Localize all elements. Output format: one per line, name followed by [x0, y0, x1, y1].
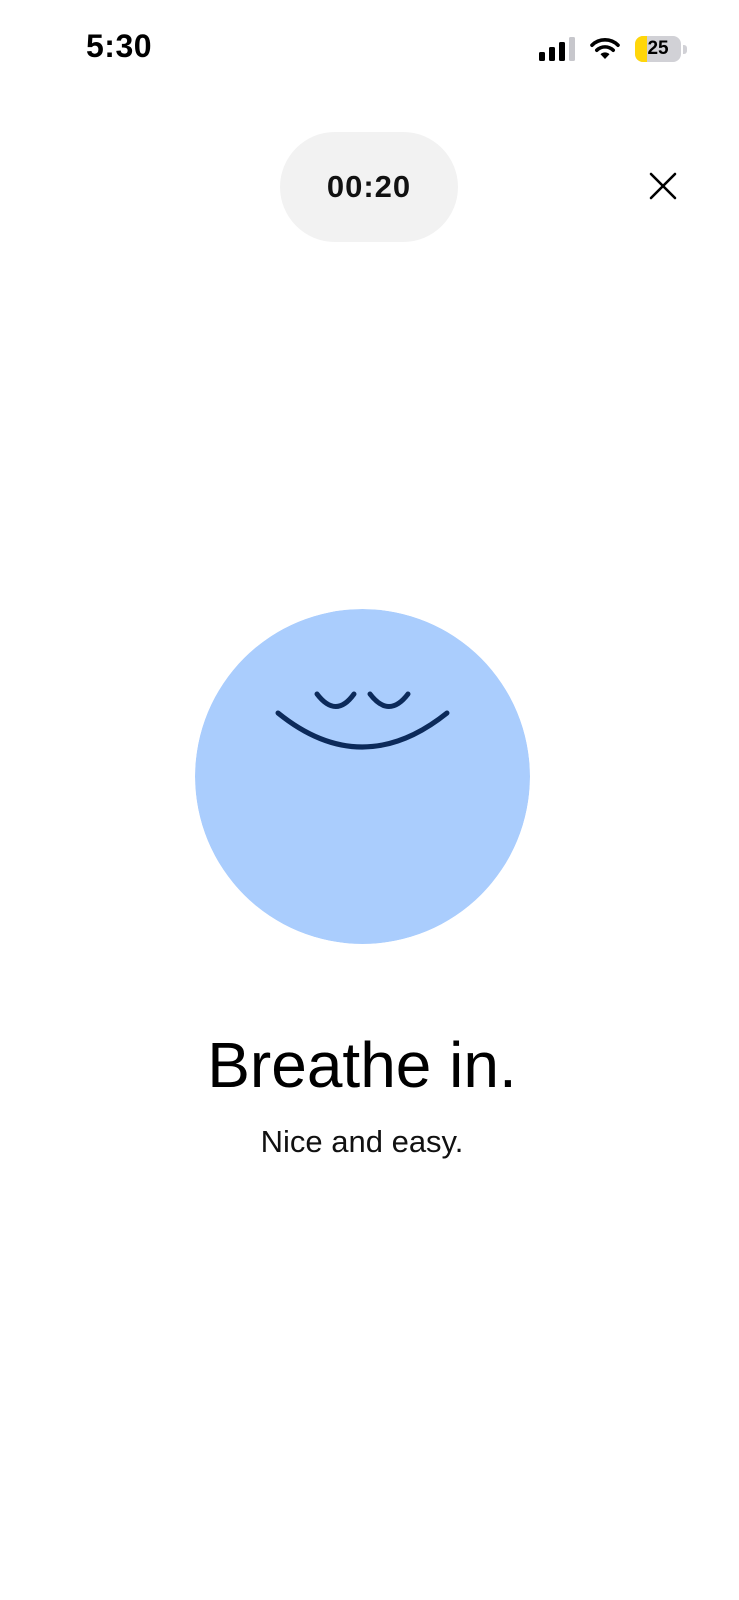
wifi-icon — [590, 38, 620, 59]
orb-circle — [195, 609, 530, 944]
status-icons: 25 — [539, 34, 687, 64]
close-icon — [649, 172, 677, 200]
breathing-orb — [195, 609, 530, 944]
status-time: 5:30 — [86, 28, 153, 64]
cellular-signal-icon — [539, 37, 575, 61]
timer-pill: 00:20 — [280, 132, 458, 242]
battery-body: 25 — [635, 36, 682, 62]
timer-remaining: 00:20 — [326, 169, 412, 204]
prompt-subtitle: Nice and easy. — [260, 1124, 464, 1159]
battery-cap — [683, 44, 687, 54]
prompt-title: Breathe in. — [207, 1029, 517, 1101]
close-button[interactable] — [640, 163, 686, 209]
battery-icon: 25 — [635, 36, 687, 62]
status-bar: 5:30 25 — [0, 0, 739, 100]
battery-level: 25 — [647, 38, 669, 59]
